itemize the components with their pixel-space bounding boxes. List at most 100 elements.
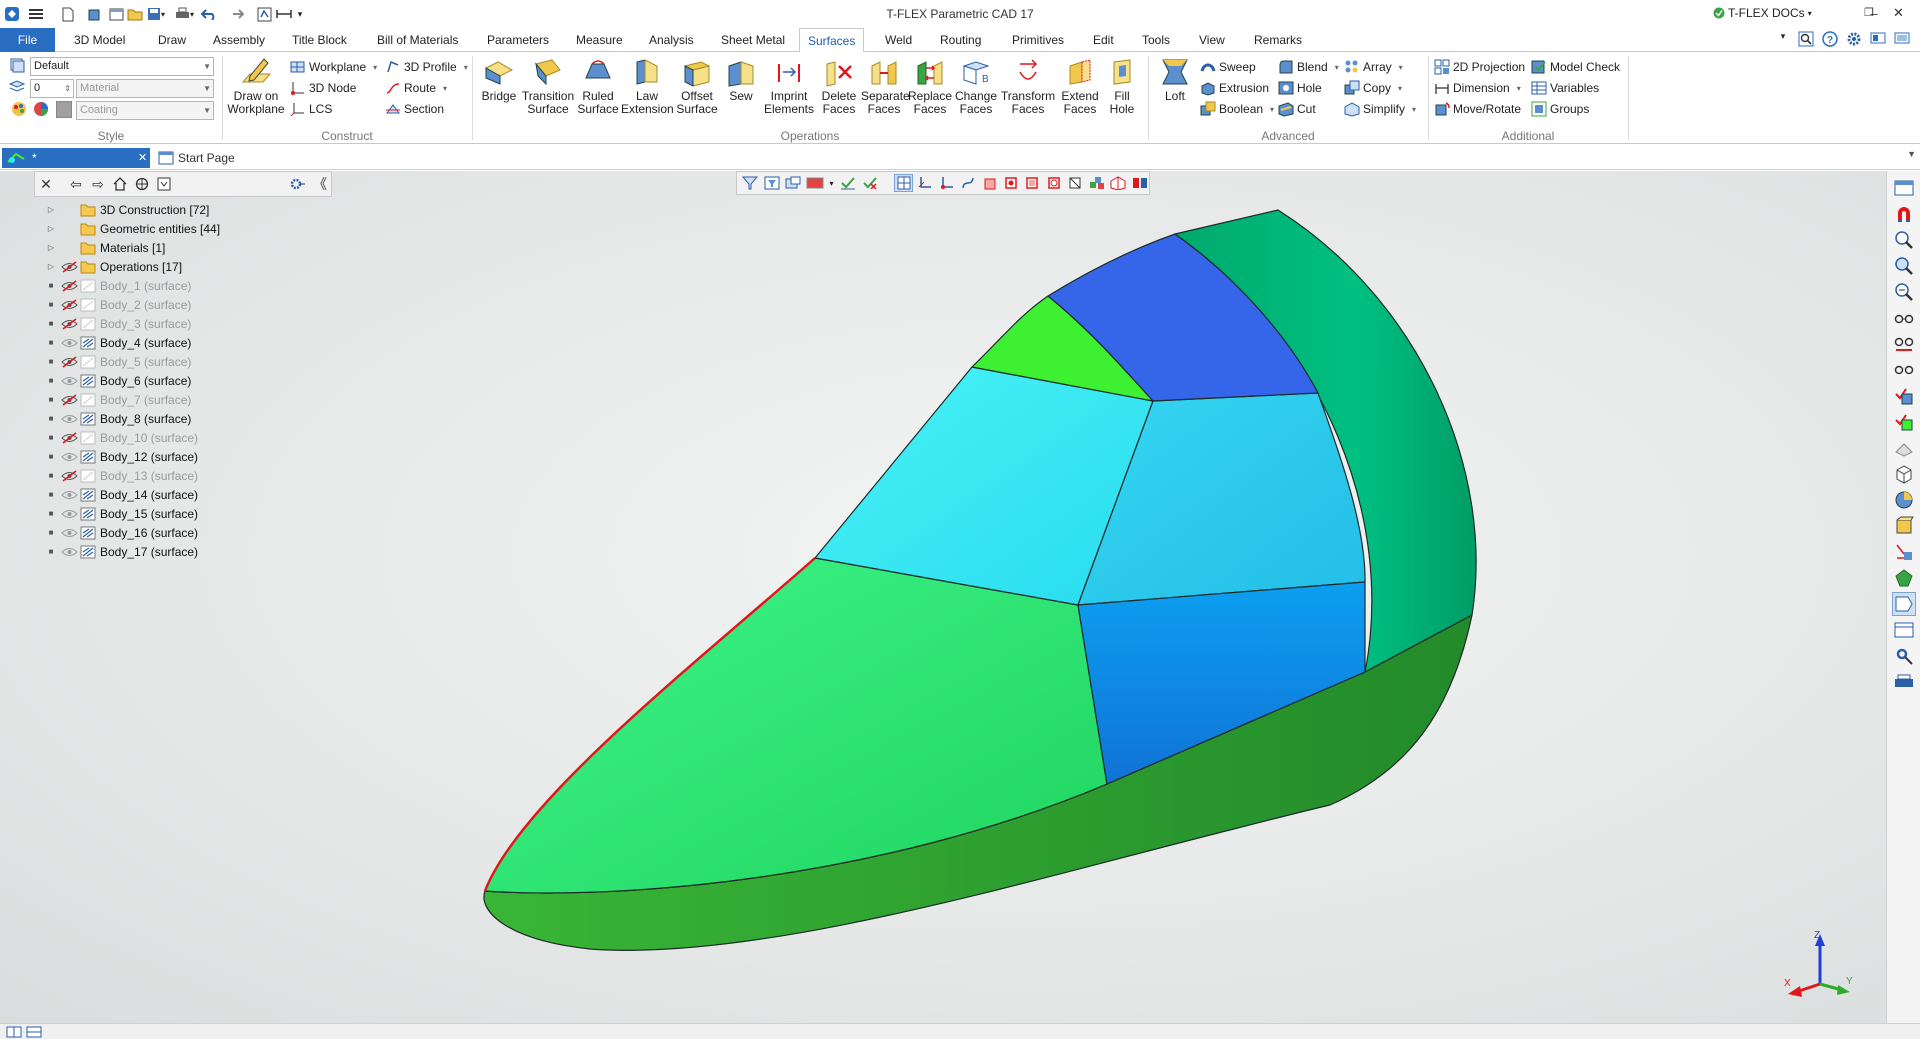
select-wire-icon[interactable] [1066, 174, 1084, 192]
sew-button[interactable]: Sew [721, 56, 761, 103]
tree-node-marker-icon[interactable]: ■ [44, 319, 58, 328]
visibility-eye-icon[interactable] [61, 204, 78, 216]
panel-layout-icon[interactable] [1892, 618, 1916, 642]
tools-icon[interactable] [1892, 644, 1916, 668]
select-sheet-icon[interactable] [1023, 174, 1041, 192]
cad-model[interactable] [483, 209, 1477, 951]
tab-view[interactable]: View [1191, 28, 1233, 52]
coating-select[interactable]: Coating ▼ [76, 101, 214, 120]
visibility-eye-icon[interactable] [61, 489, 78, 501]
tab-parameters[interactable]: Parameters [479, 28, 557, 52]
replace-faces-button[interactable]: Replace Faces [907, 56, 953, 116]
lcs-button[interactable]: LCS [290, 100, 332, 118]
glasses-show-all-icon[interactable] [1892, 306, 1916, 330]
select-edge-icon[interactable] [916, 174, 934, 192]
tree-node-marker-icon[interactable]: ■ [44, 338, 58, 347]
extrusion-button[interactable]: Extrusion [1200, 79, 1269, 97]
tree-folder-row[interactable]: ▷ Operations [17] [44, 257, 344, 276]
collapse-panel-icon[interactable]: 《 [309, 173, 331, 195]
blend-button[interactable]: Blend ▾ [1278, 58, 1339, 76]
filter-icon[interactable] [741, 174, 759, 192]
tree-folder-row[interactable]: ▷ 3D Construction [72] [44, 200, 344, 219]
tree-node-marker-icon[interactable]: ■ [44, 395, 58, 404]
boolean-button[interactable]: Boolean ▾ [1200, 100, 1274, 118]
visibility-eye-icon[interactable] [61, 223, 78, 235]
layout-toggle-icon[interactable] [1894, 31, 1912, 49]
tree-node-marker-icon[interactable]: ■ [44, 471, 58, 480]
visibility-eye-icon[interactable] [61, 260, 78, 273]
imprint-elements-button[interactable]: Imprint Elements [761, 56, 817, 116]
tree-folder-row[interactable]: ▷ Materials [1] [44, 238, 344, 257]
glasses-isolate-icon[interactable] [1892, 358, 1916, 382]
document-tab-active[interactable]: * ✕ [2, 148, 150, 168]
light-settings-icon[interactable] [1892, 540, 1916, 564]
close-tab-icon[interactable]: ✕ [138, 148, 147, 168]
tree-node-marker-icon[interactable]: ■ [44, 547, 58, 556]
home-icon[interactable] [109, 173, 131, 195]
select-solid-icon[interactable] [1002, 174, 1020, 192]
zoom-selection-icon[interactable] [1892, 280, 1916, 304]
tree-node-marker-icon[interactable]: ■ [44, 414, 58, 423]
check-visible-icon[interactable] [1892, 384, 1916, 408]
tree-body-row[interactable]: ■ Body_12 (surface) [44, 447, 344, 466]
visibility-eye-icon[interactable] [61, 508, 78, 520]
tab-surfaces[interactable]: Surfaces [799, 28, 865, 53]
selection-filter-icon[interactable] [762, 174, 780, 192]
tree-folder-row[interactable]: ▷ Geometric entities [44] [44, 219, 344, 238]
shaded-sphere-icon[interactable] [1892, 488, 1916, 512]
sweep-button[interactable]: Sweep [1200, 58, 1256, 76]
3d-node-button[interactable]: 3D Node [290, 79, 356, 97]
move-rotate-button[interactable]: Move/Rotate [1434, 100, 1521, 118]
style-select[interactable]: Default ▼ [30, 57, 214, 76]
check-select-icon[interactable] [839, 174, 857, 192]
law-extension-button[interactable]: Law Extension [621, 56, 674, 116]
visibility-eye-icon[interactable] [61, 413, 78, 425]
expand-arrow-icon[interactable]: ▷ [44, 224, 58, 233]
tree-node-marker-icon[interactable]: ■ [44, 281, 58, 290]
tab-file[interactable]: File [0, 28, 55, 52]
offset-surface-button[interactable]: Offset Surface [673, 56, 721, 116]
element-filter-icon[interactable] [784, 174, 802, 192]
zoom-all-icon[interactable] [1892, 254, 1916, 278]
tree-body-row[interactable]: ■ Body_3 (surface) [44, 314, 344, 333]
visibility-eye-icon[interactable] [61, 242, 78, 254]
color-palette-icon[interactable] [10, 101, 28, 117]
settings-gear-icon[interactable] [1846, 31, 1864, 49]
transform-faces-button[interactable]: Transform Faces [999, 56, 1057, 116]
color-filter-dropdown-icon[interactable]: ▾ [827, 174, 836, 192]
tab-tools[interactable]: Tools [1134, 28, 1178, 52]
tree-node-marker-icon[interactable]: ■ [44, 490, 58, 499]
copy-button[interactable]: Copy ▾ [1344, 79, 1402, 97]
tab-bill-of-materials[interactable]: Bill of Materials [369, 28, 466, 52]
ruled-surface-button[interactable]: Ruled Surface [575, 56, 621, 116]
visibility-eye-icon[interactable] [61, 469, 78, 482]
3d-profile-button[interactable]: 3D Profile ▾ [385, 58, 468, 76]
tree-body-row[interactable]: ■ Body_17 (surface) [44, 542, 344, 561]
tree-settings-icon[interactable] [287, 173, 309, 195]
select-vertex-icon[interactable] [937, 174, 955, 192]
model-check-button[interactable]: Model Check [1531, 58, 1620, 76]
visibility-eye-icon[interactable] [61, 279, 78, 292]
layer-spinbox[interactable]: 0 ⇕ [30, 79, 74, 98]
panels-icon[interactable] [1870, 31, 1888, 49]
select-assembly-icon[interactable] [1109, 174, 1127, 192]
check-all-icon[interactable] [1892, 410, 1916, 434]
tab-remarks[interactable]: Remarks [1246, 28, 1310, 52]
bridge-button[interactable]: Bridge [477, 56, 521, 103]
visibility-eye-icon[interactable] [61, 317, 78, 330]
tree-body-row[interactable]: ■ Body_5 (surface) [44, 352, 344, 371]
hole-button[interactable]: Hole [1278, 79, 1322, 97]
layout-split-icon[interactable] [26, 1026, 42, 1038]
start-page-tab[interactable]: Start Page [158, 148, 235, 168]
expand-arrow-icon[interactable]: ▷ [44, 262, 58, 271]
filter-dropdown-icon[interactable] [153, 173, 175, 195]
layout-single-icon[interactable] [6, 1026, 22, 1038]
delete-faces-button[interactable]: Delete Faces [817, 56, 861, 116]
help-icon[interactable]: ? [1822, 31, 1840, 49]
ribbon-options-icon[interactable]: ▾ [1774, 31, 1792, 49]
tflex-docs-button[interactable]: T-FLEX DOCs ▾ [1713, 6, 1812, 20]
visibility-eye-icon[interactable] [61, 393, 78, 406]
check-deselect-icon[interactable] [861, 174, 879, 192]
draw-on-workplane-button[interactable]: Draw on Workplane [226, 56, 286, 116]
perspective-view-icon[interactable] [1892, 592, 1916, 616]
